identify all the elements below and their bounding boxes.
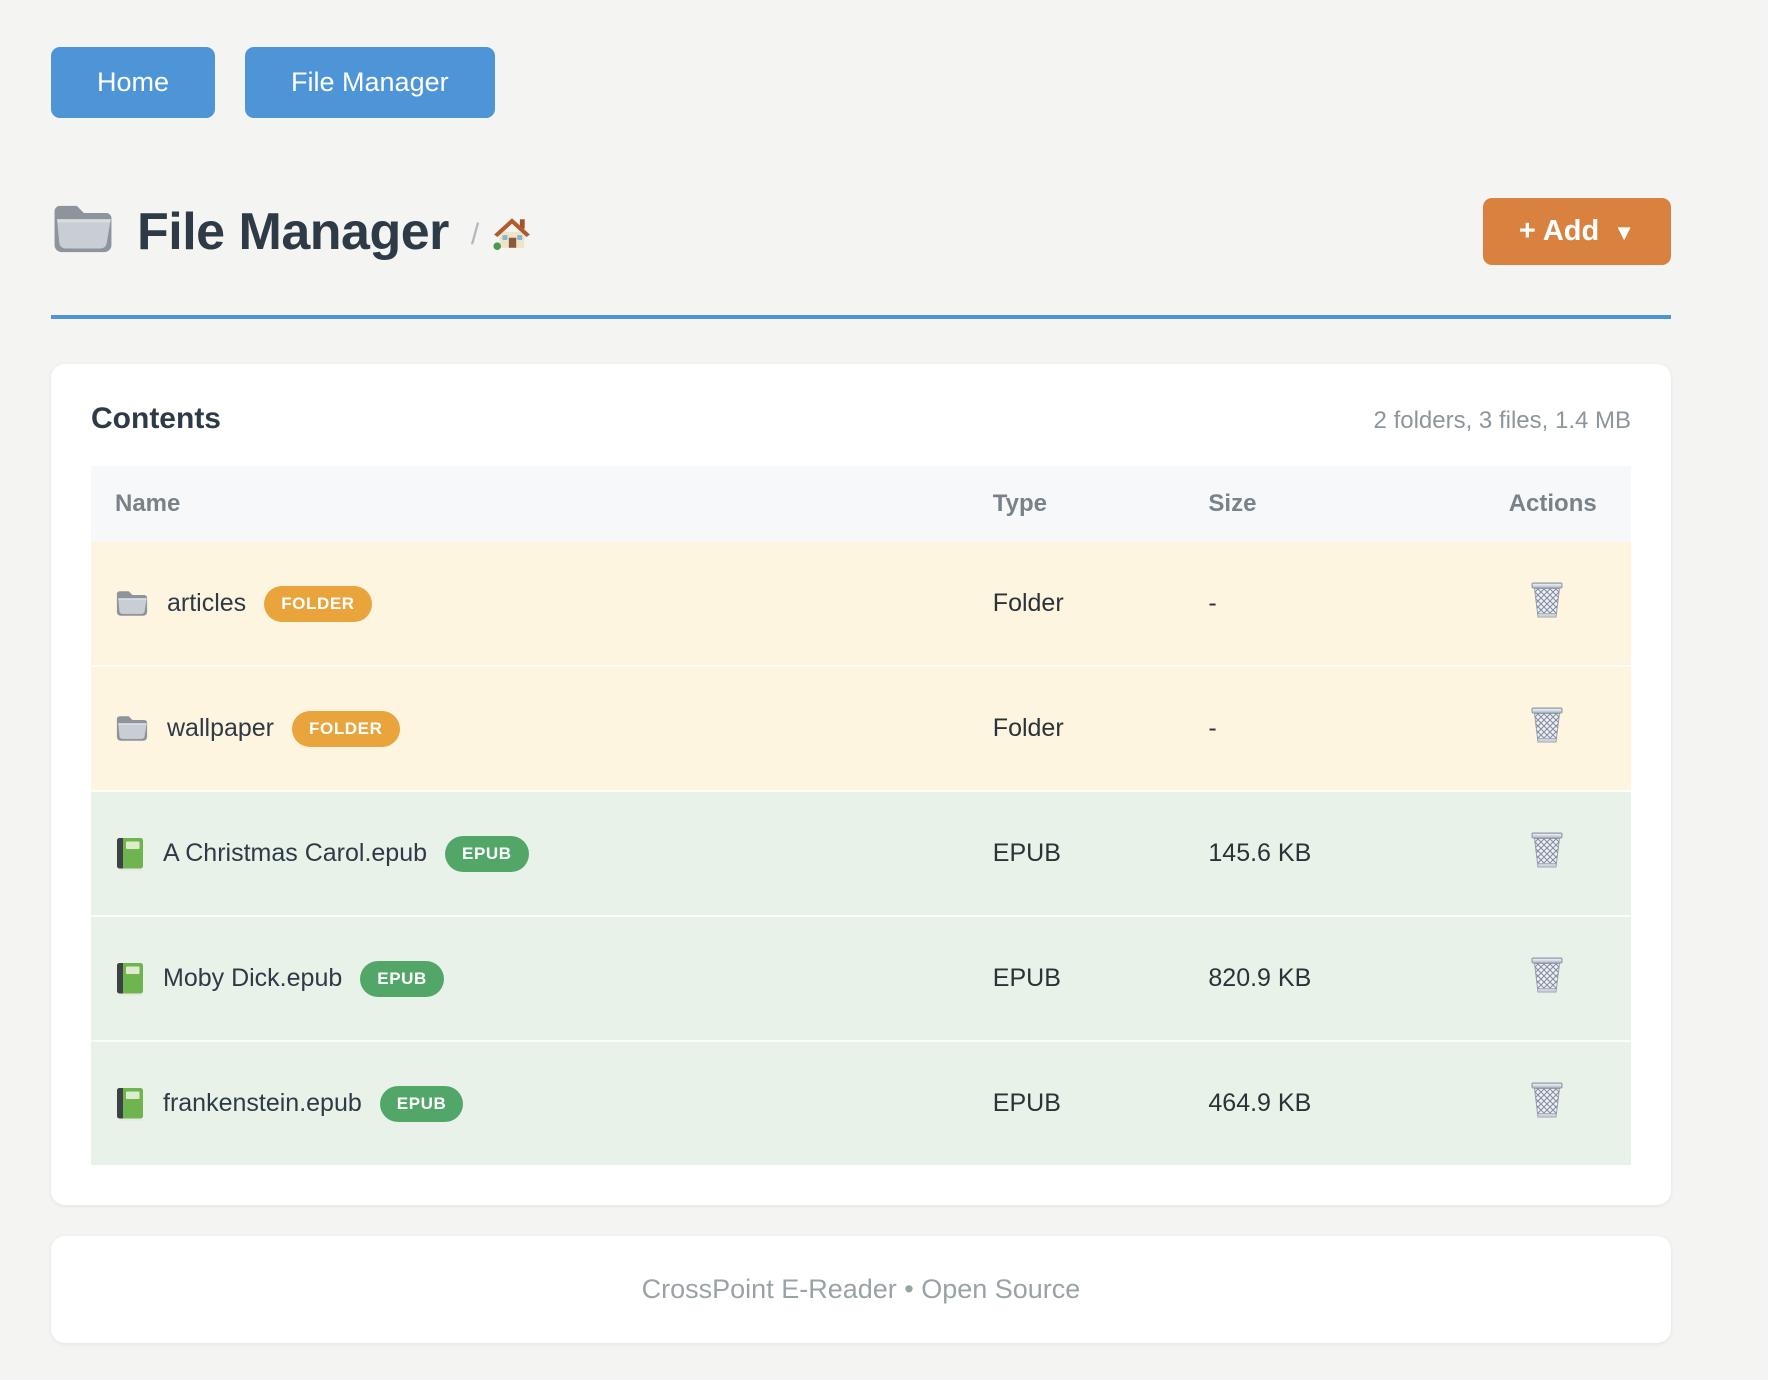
trash-icon: [1529, 830, 1565, 873]
type-cell: EPUB: [969, 916, 1185, 1041]
type-badge: EPUB: [445, 836, 529, 872]
page-container: Home File Manager File Manager /: [51, 0, 1671, 1343]
file-name[interactable]: wallpaper: [167, 714, 274, 743]
home-icon[interactable]: [493, 215, 531, 256]
size-cell: -: [1184, 666, 1484, 791]
delete-button[interactable]: [1529, 830, 1565, 873]
type-cell: EPUB: [969, 791, 1185, 916]
breadcrumb-separator: /: [471, 218, 479, 252]
trash-icon: [1529, 955, 1565, 998]
trash-icon: [1529, 1080, 1565, 1123]
column-header-type: Type: [969, 466, 1185, 542]
nav-file-manager-button[interactable]: File Manager: [245, 47, 495, 118]
column-header-name: Name: [91, 466, 969, 542]
type-badge: FOLDER: [292, 711, 399, 747]
type-cell: Folder: [969, 666, 1185, 791]
column-header-size: Size: [1184, 466, 1484, 542]
type-cell: EPUB: [969, 1041, 1185, 1165]
type-badge: FOLDER: [264, 586, 371, 622]
file-name[interactable]: articles: [167, 589, 246, 618]
nav-home-button[interactable]: Home: [51, 47, 215, 118]
delete-button[interactable]: [1529, 705, 1565, 748]
caret-down-icon: ▼: [1613, 220, 1635, 246]
file-table: Name Type Size Actions: [91, 466, 1631, 1165]
add-button[interactable]: + Add ▼: [1483, 198, 1671, 265]
card-title: Contents: [91, 402, 221, 436]
size-cell: -: [1184, 542, 1484, 666]
folder-icon: [51, 202, 115, 261]
column-header-actions: Actions: [1485, 466, 1631, 542]
file-name[interactable]: frankenstein.epub: [163, 1089, 362, 1118]
size-cell: 145.6 KB: [1184, 791, 1484, 916]
table-row: articles FOLDER Folder -: [91, 542, 1631, 666]
type-cell: Folder: [969, 542, 1185, 666]
book-icon: [115, 1087, 145, 1121]
table-row: wallpaper FOLDER Folder -: [91, 666, 1631, 791]
contents-card: Contents 2 folders, 3 files, 1.4 MB Name…: [51, 364, 1671, 1205]
footer-text: CrossPoint E-Reader • Open Source: [642, 1274, 1081, 1304]
page-title: File Manager: [137, 202, 449, 262]
delete-button[interactable]: [1529, 955, 1565, 998]
size-cell: 820.9 KB: [1184, 916, 1484, 1041]
footer: CrossPoint E-Reader • Open Source: [51, 1236, 1671, 1343]
folder-icon: [115, 714, 149, 743]
file-table-body: articles FOLDER Folder -: [91, 542, 1631, 1165]
title-wrap: File Manager /: [51, 202, 531, 262]
contents-summary: 2 folders, 3 files, 1.4 MB: [1374, 407, 1631, 435]
table-row: Moby Dick.epub EPUB EPUB 820.9 KB: [91, 916, 1631, 1041]
file-name[interactable]: A Christmas Carol.epub: [163, 839, 427, 868]
table-row: A Christmas Carol.epub EPUB EPUB 145.6 K…: [91, 791, 1631, 916]
card-header: Contents 2 folders, 3 files, 1.4 MB: [91, 402, 1631, 436]
trash-icon: [1529, 705, 1565, 748]
type-badge: EPUB: [360, 961, 444, 997]
table-header-row: Name Type Size Actions: [91, 466, 1631, 542]
type-badge: EPUB: [380, 1086, 464, 1122]
delete-button[interactable]: [1529, 580, 1565, 623]
book-icon: [115, 962, 145, 996]
book-icon: [115, 837, 145, 871]
top-nav: Home File Manager: [51, 0, 1671, 118]
page-header: File Manager / + Add ▼: [51, 198, 1671, 265]
size-cell: 464.9 KB: [1184, 1041, 1484, 1165]
add-button-label: + Add: [1519, 215, 1599, 248]
file-name[interactable]: Moby Dick.epub: [163, 964, 342, 993]
title-divider: [51, 315, 1671, 319]
delete-button[interactable]: [1529, 1080, 1565, 1123]
trash-icon: [1529, 580, 1565, 623]
table-row: frankenstein.epub EPUB EPUB 464.9 KB: [91, 1041, 1631, 1165]
folder-icon: [115, 589, 149, 618]
